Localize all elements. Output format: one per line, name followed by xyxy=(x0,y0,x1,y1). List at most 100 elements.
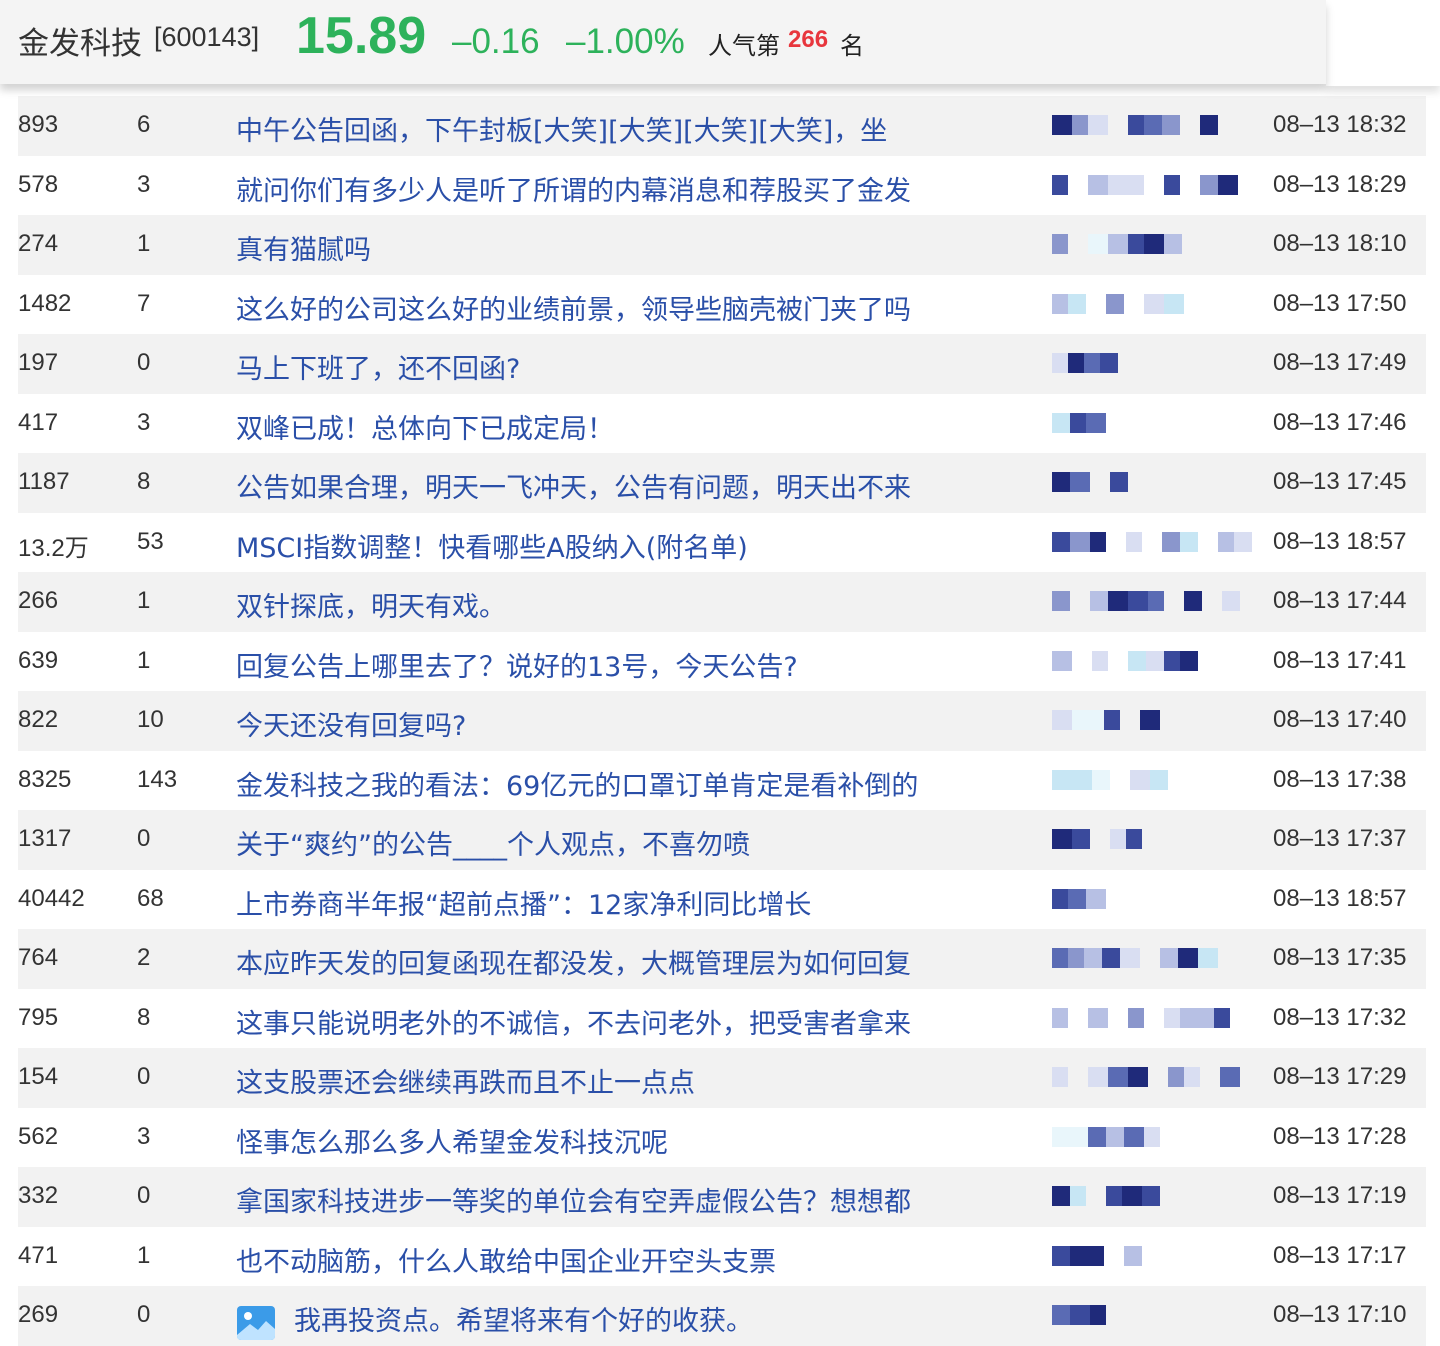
post-title-link[interactable]: 马上下班了，还不回函? xyxy=(236,347,520,386)
author-name-mosaic[interactable] xyxy=(1052,1006,1252,1030)
post-row[interactable]: 639 1 回复公告上哪里去了？说好的13号，今天公告? 08–13 17:41 xyxy=(18,632,1426,692)
post-title-link[interactable]: 这支股票还会继续再跌而且不止一点点 xyxy=(236,1061,695,1100)
mosaic-block xyxy=(1052,1245,1070,1266)
mosaic-block xyxy=(1052,174,1068,195)
author-name-mosaic[interactable] xyxy=(1052,530,1252,554)
post-title-text: 关于“爽约”的公告____个人观点，不喜勿喷 xyxy=(236,830,750,861)
post-time: 08–13 17:17 xyxy=(1273,1241,1407,1269)
mosaic-block xyxy=(1088,1126,1106,1147)
mosaic-block xyxy=(1092,650,1108,671)
mosaic-block xyxy=(1184,1067,1200,1087)
author-name-mosaic[interactable] xyxy=(1052,1065,1252,1089)
post-title-link[interactable]: MSCI指数调整！快看哪些A股纳入(附名单) xyxy=(236,526,748,565)
author-name-mosaic[interactable] xyxy=(1052,649,1252,673)
mosaic-block xyxy=(1126,829,1142,849)
post-title-text: 中午公告回函，下午封板[大笑][大笑][大笑][大笑]，坐 xyxy=(236,116,888,147)
post-row[interactable]: 266 1 双针探底，明天有戏。 08–13 17:44 xyxy=(18,572,1426,632)
post-title-link[interactable]: 本应昨天发的回复函现在都没发，大概管理层为如何回复 xyxy=(236,942,911,981)
post-title-link[interactable]: 中午公告回函，下午封板[大笑][大笑][大笑][大笑]，坐 xyxy=(236,109,887,148)
author-name-mosaic[interactable] xyxy=(1052,411,1252,435)
popularity-rank-unit: 名 xyxy=(840,32,864,60)
post-title-link[interactable]: 真有猫腻吗 xyxy=(236,228,371,267)
post-title-link[interactable]: 今天还没有回复吗? xyxy=(236,704,466,743)
mosaic-block xyxy=(1178,948,1198,968)
author-name-mosaic[interactable] xyxy=(1052,887,1252,911)
post-row[interactable]: 822 10 今天还没有回复吗? 08–13 17:40 xyxy=(18,691,1426,751)
post-time: 08–13 18:57 xyxy=(1273,884,1407,912)
author-name-mosaic[interactable] xyxy=(1052,827,1252,851)
stock-name[interactable]: 金发科技 xyxy=(18,18,142,63)
mosaic-block xyxy=(1106,293,1124,314)
post-time: 08–13 17:37 xyxy=(1273,825,1407,852)
author-name-mosaic[interactable] xyxy=(1052,1184,1252,1208)
post-row[interactable]: 197 0 马上下班了，还不回函? 08–13 17:49 xyxy=(18,334,1426,394)
reply-count: 0 xyxy=(137,349,151,376)
author-name-mosaic[interactable] xyxy=(1052,351,1252,375)
post-title-link[interactable]: 这么好的公司这么好的业绩前景，领导些脑壳被门夹了吗 xyxy=(236,288,911,327)
post-row[interactable]: 893 6 中午公告回函，下午封板[大笑][大笑][大笑][大笑]，坐 08–13 1… xyxy=(18,96,1426,156)
post-title-link[interactable]: 金发科技之我的看法：69亿元的口罩订单肯定是看补倒的 xyxy=(236,764,918,803)
post-title-link[interactable]: 回复公告上哪里去了？说好的13号，今天公告? xyxy=(236,645,798,684)
author-name-mosaic[interactable] xyxy=(1052,1244,1252,1268)
mosaic-block xyxy=(1110,472,1128,492)
post-title-link[interactable]: 也不动脑筋，什么人敢给中国企业开空头支票 xyxy=(236,1240,776,1279)
post-row[interactable]: 274 1 真有猫腻吗 08–13 18:10 xyxy=(18,215,1426,275)
post-title-text: 金发科技之我的看法：69亿元的口罩订单肯定是看补倒的 xyxy=(236,770,919,802)
post-row[interactable]: 795 8 这事只能说明老外的不诚信，不去问老外，把受害者拿来 08–13 17:32 xyxy=(18,989,1426,1049)
author-name-mosaic[interactable] xyxy=(1052,470,1252,494)
mosaic-block xyxy=(1072,769,1092,790)
post-time: 08–13 18:10 xyxy=(1273,230,1407,257)
post-row[interactable]: 154 0 这支股票还会继续再跌而且不止一点点 08–13 17:29 xyxy=(18,1048,1426,1108)
author-name-mosaic[interactable] xyxy=(1052,173,1252,197)
mosaic-block xyxy=(1084,948,1102,968)
post-row[interactable]: 562 3 怪事怎么那么多人希望金发科技沉呢 08–13 17:28 xyxy=(18,1108,1426,1168)
author-name-mosaic[interactable] xyxy=(1052,292,1252,316)
author-name-mosaic[interactable] xyxy=(1052,589,1252,613)
post-row[interactable]: 1317 0 关于“爽约”的公告____个人观点，不喜勿喷 08–13 17:37 xyxy=(18,810,1426,870)
author-name-mosaic[interactable] xyxy=(1052,113,1252,137)
post-title-link[interactable]: 怪事怎么那么多人希望金发科技沉呢 xyxy=(236,1121,668,1160)
post-title-link[interactable]: 就问你们有多少人是听了所谓的内幕消息和荐股买了金发 xyxy=(236,169,911,208)
post-title-link[interactable]: 拿国家科技进步一等奖的单位会有空弄虚假公告？想想都 xyxy=(236,1180,911,1219)
post-title-link[interactable]: 这事只能说明老外的不诚信，不去问老外，把受害者拿来 xyxy=(236,1002,911,1041)
post-title-link[interactable]: 关于“爽约”的公告____个人观点，不喜勿喷 xyxy=(236,823,750,862)
mosaic-block xyxy=(1090,591,1108,611)
post-row[interactable]: 269 0 我再投资点。希望将来有个好的收获。 08–13 17:10 xyxy=(18,1286,1426,1346)
mosaic-block xyxy=(1130,769,1150,790)
post-row[interactable]: 1482 7 这么好的公司这么好的业绩前景，领导些脑壳被门夹了吗 08–13 17:5… xyxy=(18,275,1426,335)
author-name-mosaic[interactable] xyxy=(1052,1303,1252,1327)
post-row[interactable]: 471 1 也不动脑筋，什么人敢给中国企业开空头支票 08–13 17:17 xyxy=(18,1227,1426,1287)
post-row[interactable]: 40442 68 上市券商半年报“超前点播”：12家净利同比增长 08–13 18:5… xyxy=(18,870,1426,930)
author-name-mosaic[interactable] xyxy=(1052,768,1252,792)
post-title-link[interactable]: 双针探底，明天有戏。 xyxy=(236,585,506,624)
post-time: 08–13 17:45 xyxy=(1273,468,1407,495)
reply-count: 3 xyxy=(137,408,151,436)
post-row[interactable]: 13.2万 53 MSCI指数调整！快看哪些A股纳入(附名单) 08–13 18:57 xyxy=(18,513,1426,573)
author-name-mosaic[interactable] xyxy=(1052,708,1252,732)
post-row[interactable]: 578 3 就问你们有多少人是听了所谓的内幕消息和荐股买了金发 08–13 18:29 xyxy=(18,156,1426,216)
post-row[interactable]: 417 3 双峰已成！总体向下已成定局！ 08–13 17:46 xyxy=(18,394,1426,454)
post-title-link[interactable]: 双峰已成！总体向下已成定局！ xyxy=(236,407,614,446)
post-row[interactable]: 1187 8 公告如果合理，明天一飞冲天，公告有问题，明天出不来 08–13 17:4… xyxy=(18,453,1426,513)
post-row[interactable]: 8325 143 金发科技之我的看法：69亿元的口罩订单肯定是看补倒的 08–13 1… xyxy=(18,751,1426,811)
mosaic-block xyxy=(1200,174,1218,195)
mosaic-block xyxy=(1120,948,1140,968)
mosaic-block xyxy=(1220,1067,1240,1087)
post-title-link[interactable]: 上市券商半年报“超前点播”：12家净利同比增长 xyxy=(236,883,811,922)
post-title-text: 马上下班了，还不回函? xyxy=(236,354,521,385)
author-name-mosaic[interactable] xyxy=(1052,232,1252,256)
mosaic-block xyxy=(1144,115,1162,135)
reply-count: 3 xyxy=(137,170,151,198)
mosaic-block xyxy=(1052,1007,1068,1028)
mosaic-block xyxy=(1122,1186,1142,1206)
mosaic-block xyxy=(1052,115,1072,135)
post-title-link[interactable]: 公告如果合理，明天一飞冲天，公告有问题，明天出不来 xyxy=(236,466,911,505)
post-title-link[interactable]: 我再投资点。希望将来有个好的收获。 xyxy=(236,1299,753,1341)
post-row[interactable]: 332 0 拿国家科技进步一等奖的单位会有空弄虚假公告？想想都 08–13 17:19 xyxy=(18,1167,1426,1227)
post-title-text: 就问你们有多少人是听了所谓的内幕消息和荐股买了金发 xyxy=(236,175,911,207)
author-name-mosaic[interactable] xyxy=(1052,1125,1252,1149)
author-name-mosaic[interactable] xyxy=(1052,946,1252,970)
post-row[interactable]: 764 2 本应昨天发的回复函现在都没发，大概管理层为如何回复 08–13 17:35 xyxy=(18,929,1426,989)
post-title-text: 我再投资点。希望将来有个好的收获。 xyxy=(294,1306,753,1337)
read-count: 417 xyxy=(18,408,59,436)
